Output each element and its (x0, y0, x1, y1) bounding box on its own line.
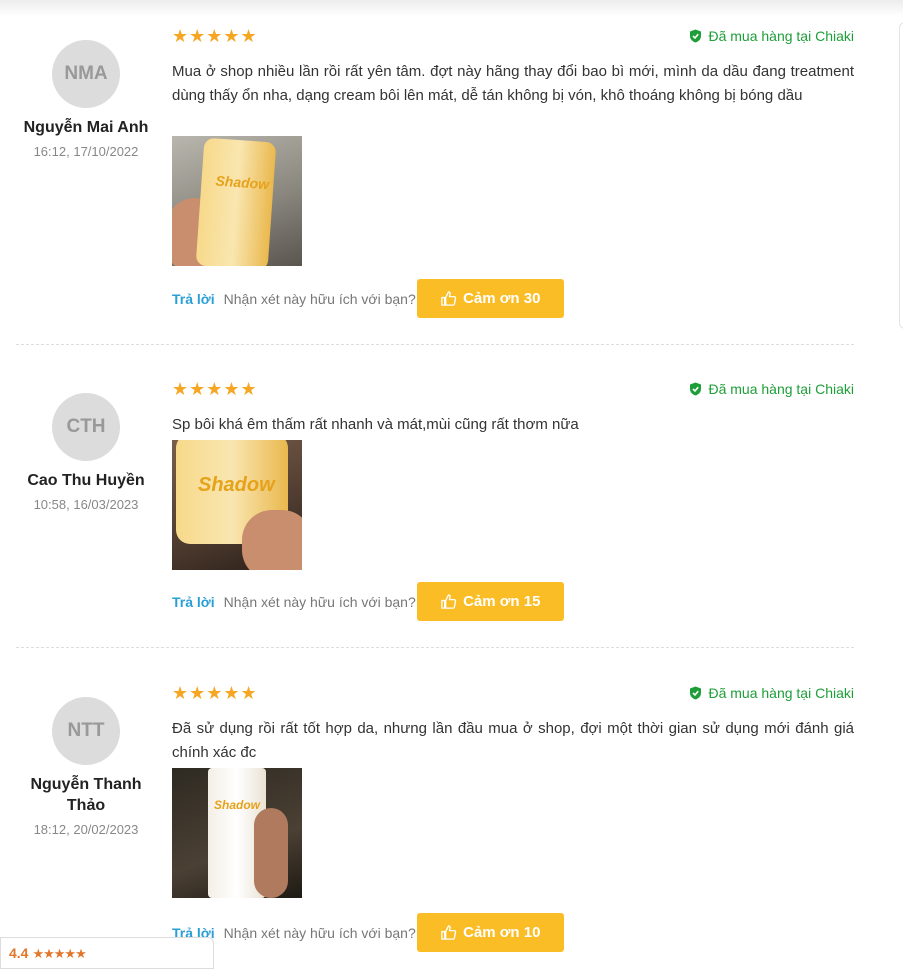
thumbs-up-icon (441, 925, 457, 940)
thanks-label: Cảm ơn 15 (463, 593, 541, 610)
verified-badge: Đã mua hàng tại Chiaki (689, 685, 854, 701)
hand-shape (254, 808, 288, 898)
thanks-button[interactable]: Cảm ơn 10 (416, 913, 564, 952)
thanks-label: Cảm ơn 30 (463, 290, 541, 307)
avatar: CTH (52, 393, 120, 461)
helpful-question: Nhận xét này hữu ích với bạn? (223, 593, 416, 610)
top-shadow (0, 0, 903, 16)
reviewer-name: Nguyễn Thanh Thảo (30, 776, 142, 814)
thanks-button[interactable]: Cảm ơn 15 (416, 582, 564, 621)
reviewer-info: NMA Nguyễn Mai Anh 16:12, 17/10/2022 (0, 22, 172, 159)
helpful-question: Nhận xét này hữu ích với bạn? (223, 924, 416, 941)
rating-widget[interactable]: 4.4 ★★★★★ (0, 937, 214, 969)
rating-stars: ★★★★★ (32, 946, 86, 961)
reviewer-info: NTT Nguyễn Thanh Thảo 18:12, 20/02/2023 (0, 679, 172, 837)
verified-text: Đã mua hàng tại Chiaki (708, 28, 854, 44)
star-rating: ★★★★★ (172, 683, 258, 703)
review-time: 18:12, 20/02/2023 (33, 822, 139, 837)
avatar: NTT (52, 697, 120, 765)
review-divider (16, 344, 854, 345)
helpful-question: Nhận xét này hữu ích với bạn? (223, 290, 416, 307)
reviewer-name: Cao Thu Huyền (27, 472, 145, 489)
review-actions: Trả lời Nhận xét này hữu ích với bạn? Cả… (172, 913, 564, 952)
review-time: 16:12, 17/10/2022 (33, 144, 139, 159)
thanks-label: Cảm ơn 10 (463, 924, 541, 941)
review-photo[interactable]: Shadow (172, 440, 302, 570)
product-label: Shadow (215, 172, 270, 193)
review-photo[interactable]: Shadow (172, 768, 302, 898)
shield-check-icon (690, 686, 702, 700)
thanks-button[interactable]: Cảm ơn 30 (416, 279, 564, 318)
rating-widget-content: 4.4 ★★★★★ (9, 945, 87, 962)
review-item: NTT Nguyễn Thanh Thảo 18:12, 20/02/2023 … (0, 679, 903, 960)
review-actions: Trả lời Nhận xét này hữu ích với bạn? Cả… (172, 582, 564, 621)
review-divider (16, 647, 854, 648)
thumbs-up-icon (441, 594, 457, 609)
thumbs-up-icon (441, 291, 457, 306)
product-label: Shadow (198, 474, 275, 496)
reply-link[interactable]: Trả lời (172, 291, 215, 307)
reviewer-info: CTH Cao Thu Huyền 10:58, 16/03/2023 (0, 375, 172, 512)
review-item: NMA Nguyễn Mai Anh 16:12, 17/10/2022 ★★★… (0, 22, 903, 344)
star-rating: ★★★★★ (172, 379, 258, 399)
review-time: 10:58, 16/03/2023 (33, 497, 139, 512)
shield-check-icon (690, 29, 702, 43)
verified-text: Đã mua hàng tại Chiaki (708, 685, 854, 701)
hand-shape (242, 510, 302, 570)
star-rating: ★★★★★ (172, 26, 258, 46)
shield-check-icon (690, 382, 702, 396)
reply-link[interactable]: Trả lời (172, 594, 215, 610)
review-text: Đã sử dụng rồi rất tốt hợp da, nhưng lần… (172, 720, 854, 761)
review-photo[interactable]: Shadow (172, 136, 302, 266)
review-actions: Trả lời Nhận xét này hữu ích với bạn? Cả… (172, 279, 564, 318)
product-tube: Shadow (195, 137, 277, 266)
avatar: NMA (52, 40, 120, 108)
review-text: Mua ở shop nhiều lần rồi rất yên tâm. đợ… (172, 63, 854, 104)
review-item: CTH Cao Thu Huyền 10:58, 16/03/2023 ★★★★… (0, 375, 903, 647)
verified-badge: Đã mua hàng tại Chiaki (689, 28, 854, 44)
product-label: Shadow (214, 798, 261, 812)
verified-text: Đã mua hàng tại Chiaki (708, 381, 854, 397)
rating-value: 4.4 (9, 945, 29, 961)
reviewer-name: Nguyễn Mai Anh (23, 119, 149, 136)
verified-badge: Đã mua hàng tại Chiaki (689, 381, 854, 397)
review-text: Sp bôi khá êm thấm rất nhanh và mát,mùi … (172, 416, 579, 433)
